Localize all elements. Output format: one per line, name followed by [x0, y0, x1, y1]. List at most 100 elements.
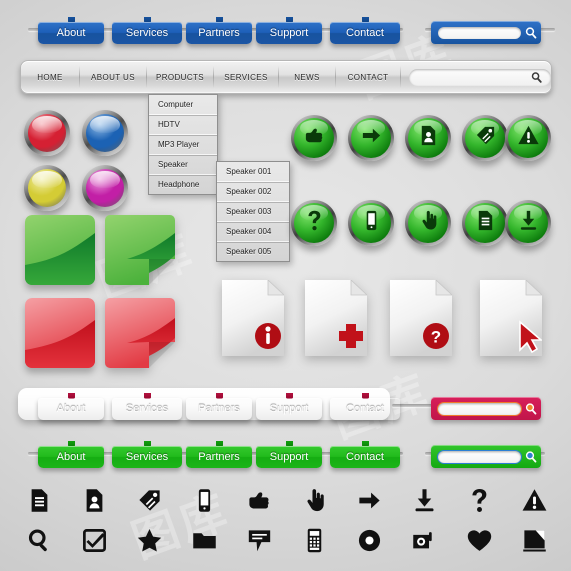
question-mark-icon[interactable]: [464, 485, 494, 515]
orb-surface: [294, 118, 334, 158]
star-icon[interactable]: [134, 525, 164, 555]
checkbox-checked-icon[interactable]: [79, 525, 109, 555]
arrow-right-icon[interactable]: [354, 485, 384, 515]
tab-label: Services: [125, 451, 169, 463]
document-info[interactable]: [222, 279, 286, 356]
tab-label: Contact: [346, 451, 384, 463]
gray-menu-bar: HOME ABOUT US PRODUCTS SERVICES NEWS CONTACT: [20, 60, 552, 94]
tab-about[interactable]: About: [38, 22, 104, 44]
speech-bubble-icon[interactable]: [244, 525, 274, 555]
dropdown-item-speaker[interactable]: Speaker: [149, 155, 217, 175]
submenu-item-speaker-004[interactable]: Speaker 004: [217, 222, 289, 242]
tab-partners[interactable]: Partners: [186, 22, 252, 44]
tab-about[interactable]: About: [38, 446, 104, 468]
submenu-item-speaker-001[interactable]: Speaker 001: [217, 162, 289, 182]
download-icon: [517, 209, 540, 237]
dropdown-item-headphone[interactable]: Headphone: [149, 175, 217, 194]
tab-partners[interactable]: Partners: [186, 398, 252, 420]
tab-label: About: [56, 451, 86, 463]
orb-yellow[interactable]: [24, 165, 70, 211]
search-icon[interactable]: [521, 450, 541, 464]
menu-item-home[interactable]: HOME: [21, 73, 79, 82]
green-button-pointing-hand[interactable]: [405, 200, 451, 246]
document-icon[interactable]: [24, 485, 54, 515]
dropdown-menu-primary[interactable]: Computer HDTV MP3 Player Speaker Headphone: [148, 94, 218, 195]
green-search-input[interactable]: [438, 450, 521, 463]
orb-red[interactable]: [24, 110, 70, 156]
tab-support[interactable]: Support: [256, 446, 322, 468]
tab-services[interactable]: Services: [112, 398, 182, 420]
pink-search-box[interactable]: [431, 397, 541, 420]
book-icon[interactable]: [519, 525, 549, 555]
tab-support[interactable]: Support: [256, 22, 322, 44]
tab-services[interactable]: Services: [112, 446, 182, 468]
blue-search-input[interactable]: [438, 26, 521, 39]
menu-item-products[interactable]: PRODUCTS: [147, 73, 213, 82]
tab-services[interactable]: Services: [112, 22, 182, 44]
search-icon[interactable]: [24, 525, 54, 555]
menu-item-news[interactable]: NEWS: [279, 73, 335, 82]
green-button-warning[interactable]: [505, 115, 551, 161]
tab-partners[interactable]: Partners: [186, 446, 252, 468]
warning-icon[interactable]: [519, 485, 549, 515]
lens-icon[interactable]: [354, 525, 384, 555]
blue-search-box[interactable]: [431, 21, 541, 44]
sticker-red-square[interactable]: [25, 298, 95, 368]
pink-search-input[interactable]: [438, 402, 521, 415]
menu-item-about-us[interactable]: ABOUT US: [80, 73, 146, 82]
submenu-item-speaker-003[interactable]: Speaker 003: [217, 202, 289, 222]
thumbs-up-icon[interactable]: [244, 485, 274, 515]
green-button-arrow-right[interactable]: [348, 115, 394, 161]
folder-icon[interactable]: [189, 525, 219, 555]
thumbs-up-icon: [303, 124, 326, 152]
menu-item-services[interactable]: SERVICES: [214, 73, 278, 82]
tab-label: Services: [125, 403, 169, 415]
green-button-download[interactable]: [505, 200, 551, 246]
submenu-item-speaker-002[interactable]: Speaker 002: [217, 182, 289, 202]
dropdown-item-computer[interactable]: Computer: [149, 95, 217, 115]
tab-contact[interactable]: Contact: [330, 22, 400, 44]
green-button-smartphone[interactable]: [348, 200, 394, 246]
green-search-box[interactable]: [431, 445, 541, 468]
pointing-hand-icon[interactable]: [299, 485, 329, 515]
sticker-green-peeled[interactable]: [105, 215, 175, 285]
orb-surface: [465, 203, 505, 243]
sticker-green-square[interactable]: [25, 215, 95, 285]
sticker-red-peeled[interactable]: [105, 298, 175, 368]
orb-blue[interactable]: [82, 110, 128, 156]
dropdown-item-mp3-player[interactable]: MP3 Player: [149, 135, 217, 155]
submenu-item-speaker-005[interactable]: Speaker 005: [217, 242, 289, 261]
document-help[interactable]: ?: [390, 279, 454, 356]
search-icon[interactable]: [521, 402, 541, 416]
green-button-tag[interactable]: [462, 115, 508, 161]
dropdown-item-hdtv[interactable]: HDTV: [149, 115, 217, 135]
heart-icon[interactable]: [464, 525, 494, 555]
gray-search-input[interactable]: [409, 68, 551, 86]
orb-surface: [86, 114, 124, 152]
green-button-question-mark[interactable]: [291, 200, 337, 246]
menu-item-contact[interactable]: CONTACT: [336, 73, 400, 82]
tab-about[interactable]: About: [38, 398, 104, 420]
orb-surface: [351, 118, 391, 158]
orb-magenta[interactable]: [82, 165, 128, 211]
camera-icon[interactable]: [409, 525, 439, 555]
tab-contact[interactable]: Contact: [330, 446, 400, 468]
green-button-user-document[interactable]: [405, 115, 451, 161]
smartphone-icon[interactable]: [189, 485, 219, 515]
user-document-icon[interactable]: [79, 485, 109, 515]
orb-highlight: [32, 115, 62, 134]
tag-icon[interactable]: [134, 485, 164, 515]
document-select[interactable]: [480, 279, 544, 356]
dropdown-menu-submenu[interactable]: Speaker 001 Speaker 002 Speaker 003 Speaker…: [216, 161, 290, 262]
tab-support[interactable]: Support: [256, 398, 322, 420]
download-icon[interactable]: [409, 485, 439, 515]
green-button-document[interactable]: [462, 200, 508, 246]
tab-contact[interactable]: Contact: [330, 398, 400, 420]
orb-surface: [508, 118, 548, 158]
green-button-thumbs-up[interactable]: [291, 115, 337, 161]
calculator-icon[interactable]: [299, 525, 329, 555]
document-add[interactable]: [305, 279, 369, 356]
question-mark-icon: [303, 209, 326, 237]
tag-icon: [474, 124, 497, 152]
search-icon[interactable]: [521, 26, 541, 40]
